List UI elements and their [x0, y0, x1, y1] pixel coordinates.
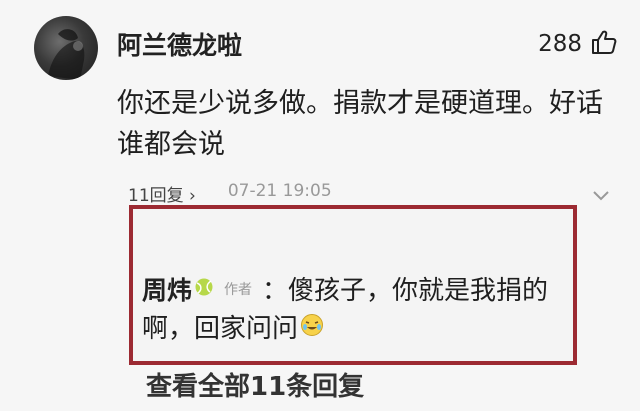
- reply-meta: 11回复 › 07-21 19:05: [128, 181, 332, 206]
- reply-line-2: 啊，回家问问: [142, 308, 324, 345]
- comment-username[interactable]: 阿兰德龙啦: [117, 26, 242, 62]
- like-count: 288: [538, 31, 582, 57]
- thumbs-up-icon[interactable]: [590, 28, 618, 60]
- comment-timestamp: 07-21 19:05: [227, 181, 332, 201]
- tennis-ball-icon: [194, 277, 214, 301]
- author-tag: 作者: [224, 281, 253, 298]
- reply-line-1: 周炜 作者 ：傻孩子，你就是我捐的: [142, 270, 548, 307]
- like-control[interactable]: 288: [538, 28, 618, 60]
- reply-text-line2: 啊，回家问问: [142, 314, 299, 344]
- view-all-replies-link[interactable]: 查看全部11条回复: [146, 366, 364, 403]
- reply-count-link[interactable]: 11回复 ›: [128, 181, 196, 206]
- laughing-crying-emoji-icon: [300, 313, 324, 341]
- reply-author-name[interactable]: 周炜: [142, 271, 192, 307]
- chevron-down-icon[interactable]: [592, 183, 610, 207]
- reply-text-line1: ：傻孩子，你就是我捐的: [262, 276, 549, 306]
- avatar[interactable]: [34, 16, 98, 80]
- comment-text: 你还是少说多做。捐款才是硬道理。好话谁都会说: [117, 88, 603, 160]
